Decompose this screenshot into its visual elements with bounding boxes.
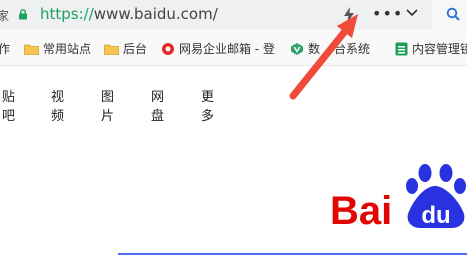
bookmark-label: 常用站点: [43, 42, 92, 56]
logo-paw-toe: [439, 164, 453, 182]
url-host: www.baidu.com/: [93, 5, 218, 23]
logo-paw-toe: [454, 178, 466, 194]
nav-item-netdisk[interactable]: 网盘: [151, 86, 164, 124]
bookmark-content-management[interactable]: 内容管理镜: [395, 40, 467, 57]
v-icon: [291, 42, 303, 55]
url-text[interactable]: https://www.baidu.com/: [40, 5, 218, 23]
more-options-button[interactable]: •••: [372, 4, 403, 23]
bookmark-data-platform[interactable]: 数: [290, 40, 320, 57]
folder-icon: [24, 44, 39, 55]
nav-item-tieba[interactable]: 贴吧: [2, 86, 15, 124]
bookmark-label: 作: [0, 42, 11, 56]
chevron-down-icon[interactable]: [406, 9, 418, 17]
bookmark-label: 网易企业邮箱 - 登: [179, 42, 275, 56]
nav-item-more[interactable]: 更多: [201, 86, 214, 124]
address-bar[interactable]: 家 https://www.baidu.com/: [0, 0, 432, 30]
netease-icon: [162, 42, 174, 55]
browser-toolbar: 家 https://www.baidu.com/ •••: [0, 0, 467, 30]
search-icon[interactable]: [446, 7, 460, 21]
bookmark-label: 数: [308, 42, 321, 56]
nav-item-images[interactable]: 图片: [101, 86, 114, 124]
bookmark-label: 后台: [123, 42, 148, 56]
bookmark-label: 台系统: [334, 42, 371, 56]
baidu-logo[interactable]: du Bai: [328, 158, 467, 228]
bookmark-folder-common-sites[interactable]: 常用站点: [24, 40, 91, 57]
sheet-icon: [395, 42, 408, 55]
lightning-icon[interactable]: [342, 6, 356, 24]
logo-paw-toe: [418, 164, 432, 182]
bookmark-folder-backend[interactable]: 后台: [104, 40, 147, 57]
address-bar-edge-text: 家: [0, 9, 10, 23]
lock-icon[interactable]: [18, 9, 28, 20]
folder-icon: [104, 44, 119, 55]
bookmark-label: 内容管理镜: [412, 42, 467, 56]
nav-item-video[interactable]: 视频: [51, 86, 64, 124]
bookmarks-bar: 作 常用站点 后台 网易企业邮箱 - 登 数 台系统 内容管理镜: [0, 30, 467, 66]
logo-paw-toe: [406, 178, 418, 194]
logo-bai-text: Bai: [330, 189, 392, 228]
bookmark-netease-mail[interactable]: 网易企业邮箱 - 登: [161, 40, 275, 57]
bookmark-item[interactable]: 台系统: [334, 40, 370, 57]
logo-du-text: du: [421, 202, 450, 228]
url-protocol: https://: [40, 5, 94, 23]
bookmark-item[interactable]: 作: [0, 40, 10, 57]
